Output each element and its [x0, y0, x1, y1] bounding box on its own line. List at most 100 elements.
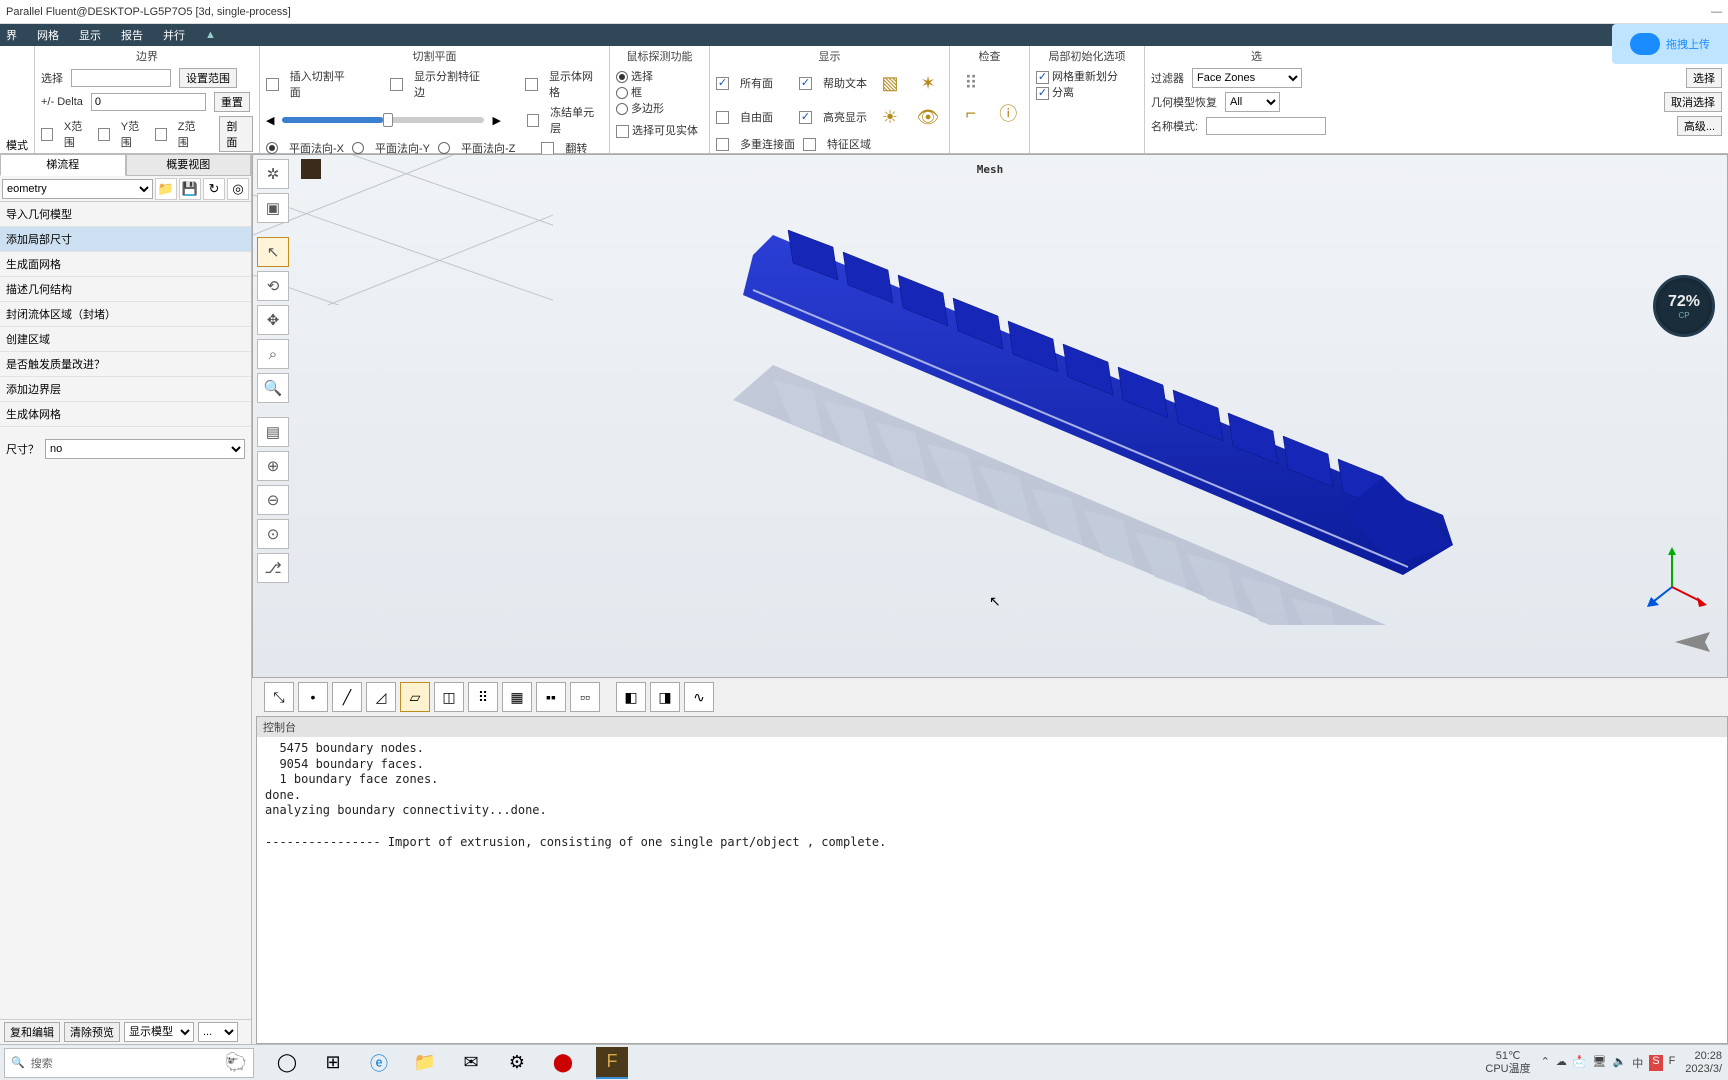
set-range-button[interactable]: 设置范围	[179, 68, 237, 88]
step-item[interactable]: 导入几何模型	[0, 202, 251, 227]
plane-z-radio[interactable]	[438, 142, 450, 154]
edge-icon[interactable]: ⓔ	[366, 1050, 392, 1076]
sel-box1-icon[interactable]: ◧	[616, 682, 646, 712]
select-icon[interactable]: ↖	[257, 237, 289, 267]
sel-cube-icon[interactable]: ◫	[434, 682, 464, 712]
feature-area-check[interactable]	[803, 138, 816, 151]
sel-link-icon[interactable]: ∿	[684, 682, 714, 712]
sel-angle-icon[interactable]: ◿	[366, 682, 396, 712]
system-tray[interactable]: ⌃ ☁ 📩 🖥 🔈 中 S F	[1541, 1055, 1676, 1071]
sel-pick-icon[interactable]: ⤡	[264, 682, 294, 712]
display-icon-2[interactable]: ✶	[913, 68, 943, 98]
check-icon-1[interactable]: ⠿	[956, 68, 986, 98]
show-model-select[interactable]: 显示模型	[124, 1022, 194, 1042]
mail-icon[interactable]: ✉	[458, 1050, 484, 1076]
upload-badge[interactable]: 拖拽上传	[1612, 24, 1728, 64]
name-mode-input[interactable]	[1206, 117, 1326, 135]
display-icon-4[interactable]: 👁	[913, 102, 943, 132]
slider-right-icon[interactable]: ▶	[492, 114, 500, 127]
minimize-icon[interactable]: —	[1711, 6, 1722, 18]
console-output[interactable]: 5475 boundary nodes. 9054 boundary faces…	[257, 737, 1727, 854]
zoom-box-icon[interactable]: ⌕	[257, 339, 289, 369]
probe-box-radio[interactable]	[616, 87, 628, 99]
delta-input[interactable]	[91, 93, 206, 111]
menu-item[interactable]: 并行	[163, 27, 185, 43]
layers-icon[interactable]: ▤	[257, 417, 289, 447]
refresh-icon[interactable]: ↻	[203, 178, 225, 200]
sel-line-icon[interactable]: ╱	[332, 682, 362, 712]
target-icon[interactable]: ◎	[227, 178, 249, 200]
plane-y-radio[interactable]	[352, 142, 364, 154]
rotate-icon[interactable]: ⟲	[257, 271, 289, 301]
sel-grid1-icon[interactable]: ▦	[502, 682, 532, 712]
slider-left-icon[interactable]: ◀	[266, 114, 274, 127]
free-face-check[interactable]	[716, 111, 729, 124]
plane-x-radio[interactable]	[266, 142, 278, 154]
viewport[interactable]: Mesh	[252, 154, 1728, 678]
probe-select-radio[interactable]	[616, 71, 628, 83]
fit-icon[interactable]: ✲	[257, 159, 289, 189]
visible-only-check[interactable]	[616, 125, 629, 138]
step-item[interactable]: 添加局部尺寸	[0, 227, 251, 252]
tray-display-icon[interactable]: 🖥	[1593, 1055, 1607, 1071]
settings-icon[interactable]: ⚙	[504, 1050, 530, 1076]
size-answer-select[interactable]: no	[45, 439, 245, 459]
show-body-check[interactable]	[525, 78, 538, 91]
restore-select[interactable]: All	[1225, 92, 1280, 112]
tray-sogou-icon[interactable]: S	[1649, 1055, 1662, 1071]
more-select[interactable]: ...	[198, 1022, 238, 1042]
zoom-out-icon[interactable]: ⊖	[257, 485, 289, 515]
info-icon[interactable]: ⓘ	[994, 98, 1024, 128]
multi-conn-check[interactable]	[716, 138, 729, 151]
restore-edit-button[interactable]: 复和编辑	[4, 1022, 60, 1042]
axes-icon[interactable]: ⎇	[257, 553, 289, 583]
section-button[interactable]: 剖面	[219, 116, 253, 152]
display-icon-1[interactable]: ▧	[875, 68, 905, 98]
xrange-check[interactable]	[41, 128, 53, 141]
menu-item[interactable]: 显示	[79, 27, 101, 43]
highlight-check[interactable]	[799, 111, 812, 124]
sel-face-icon[interactable]: ▱	[400, 682, 430, 712]
filter-select[interactable]: Face Zones	[1192, 68, 1302, 88]
step-item[interactable]: 描述几何结构	[0, 277, 251, 302]
taskbar-search[interactable]: 🔍 搜索 🐑	[4, 1048, 254, 1078]
open-icon[interactable]: 📁	[155, 178, 177, 200]
geometry-select[interactable]: eometry	[2, 179, 153, 199]
display-icon-3[interactable]: ☀	[875, 102, 905, 132]
tray-f-icon[interactable]: F	[1669, 1055, 1676, 1071]
tray-cloud-icon[interactable]: ☁	[1556, 1055, 1567, 1071]
freeze-check[interactable]	[527, 114, 540, 127]
help-text-check[interactable]	[799, 77, 812, 90]
cortana-icon[interactable]: ⊞	[320, 1050, 346, 1076]
yrange-check[interactable]	[98, 128, 110, 141]
reset-button[interactable]: 重置	[214, 92, 250, 112]
insert-plane-check[interactable]	[266, 78, 279, 91]
sel-box2-icon[interactable]: ◨	[650, 682, 680, 712]
views-icon[interactable]: ▣	[257, 193, 289, 223]
sel-multi-icon[interactable]: ⠿	[468, 682, 498, 712]
fluent-app-icon[interactable]: F	[596, 1047, 628, 1079]
zrange-check[interactable]	[155, 128, 167, 141]
sel-grid2-icon[interactable]: ▪▪	[536, 682, 566, 712]
zoom-icon[interactable]: 🔍	[257, 373, 289, 403]
taskview-icon[interactable]: ◯	[274, 1050, 300, 1076]
pan-icon[interactable]: ✥	[257, 305, 289, 335]
tray-volume-icon[interactable]: 🔈	[1613, 1055, 1627, 1071]
tab-workflow[interactable]: 梯流程	[0, 154, 126, 176]
sel-grid3-icon[interactable]: ▫▫	[570, 682, 600, 712]
select-button[interactable]: 选择	[1686, 68, 1722, 88]
select-input[interactable]	[71, 69, 171, 87]
remesh-check[interactable]	[1036, 71, 1049, 84]
sel-point-icon[interactable]: •	[298, 682, 328, 712]
tray-mail-icon[interactable]: 📩	[1573, 1055, 1587, 1071]
advanced-button[interactable]: 高级...	[1677, 116, 1722, 136]
tab-outline[interactable]: 概要视图	[126, 154, 252, 176]
show-split-check[interactable]	[390, 78, 403, 91]
menu-item[interactable]: 界	[6, 27, 17, 43]
ribbon-expand-icon[interactable]: ▲	[205, 29, 216, 41]
record-icon[interactable]: ⬤	[550, 1050, 576, 1076]
probe-poly-radio[interactable]	[616, 103, 628, 115]
clock[interactable]: 20:28 2023/3/	[1685, 1050, 1722, 1074]
check-icon-2[interactable]: ⌐	[956, 98, 986, 128]
explorer-icon[interactable]: 📁	[412, 1050, 438, 1076]
